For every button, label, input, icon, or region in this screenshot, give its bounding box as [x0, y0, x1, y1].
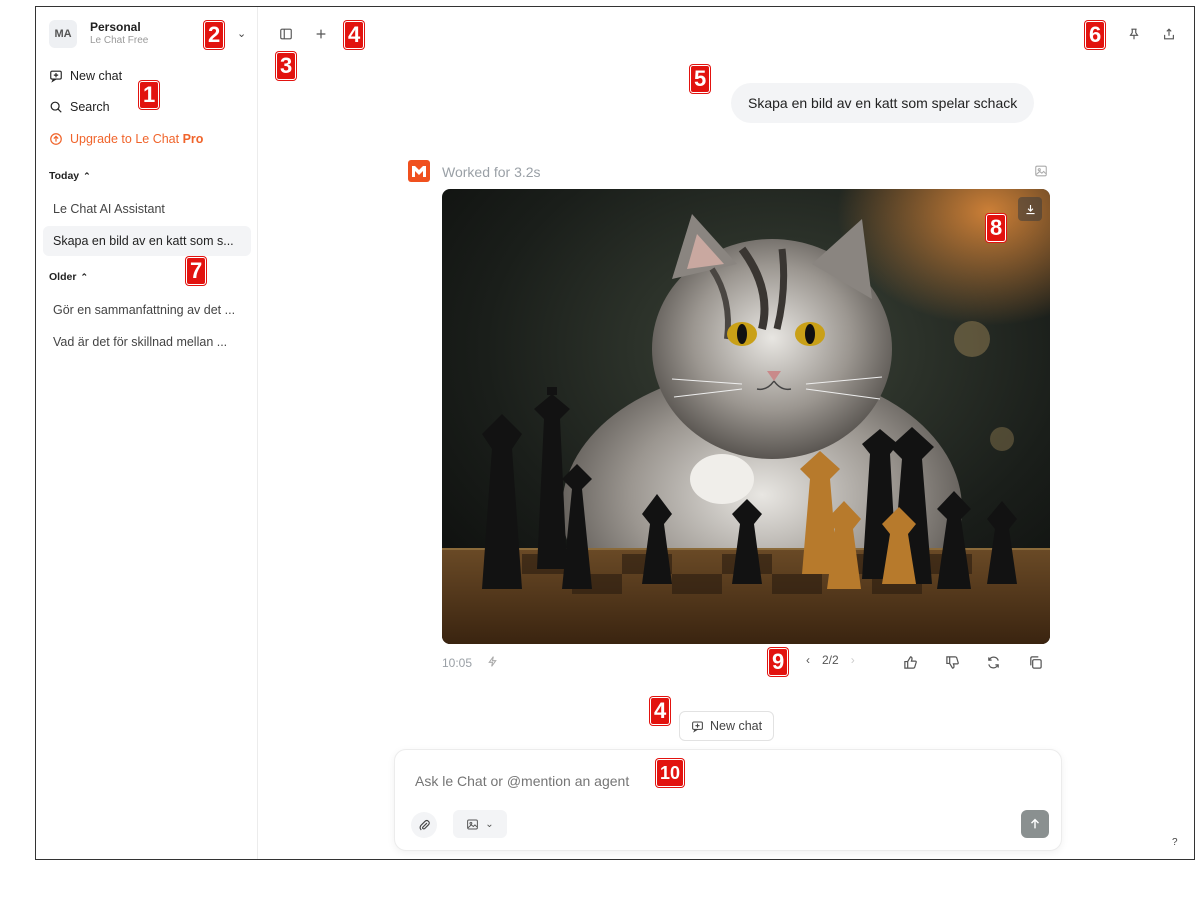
chevron-up-icon: ⌃ — [83, 170, 91, 181]
copy-button[interactable] — [1025, 652, 1045, 672]
marker-3: 3 — [276, 52, 297, 80]
regenerate-button[interactable] — [983, 652, 1003, 672]
search-label: Search — [70, 100, 110, 114]
new-chat-icon — [50, 70, 62, 83]
image-icon — [467, 819, 479, 829]
chevron-down-icon: ⌄ — [485, 818, 494, 830]
section-today[interactable]: Today ⌃ — [49, 170, 91, 182]
attach-button[interactable] — [411, 812, 437, 838]
sidebar-toggle-button[interactable] — [275, 23, 297, 45]
history-item[interactable]: Vad är det för skillnad mellan ... — [43, 327, 251, 357]
help-button[interactable]: ? — [1172, 837, 1178, 848]
image-mode-select[interactable]: ⌄ — [453, 810, 507, 838]
thumbs-down-button[interactable] — [942, 652, 962, 672]
new-chat-label: New chat — [70, 69, 123, 83]
send-button[interactable] — [1021, 810, 1049, 838]
paperclip-icon — [419, 819, 430, 830]
sidebar: MA Personal Le Chat Free ⌄ New chat Sear… — [36, 7, 258, 859]
marker-6: 6 — [1085, 21, 1106, 49]
avatar: MA — [49, 20, 77, 48]
marker-5: 5 — [690, 65, 711, 93]
section-today-label: Today — [49, 170, 80, 182]
bolt-icon — [486, 655, 499, 673]
previous-response-button[interactable]: ‹ — [806, 653, 810, 667]
app-window: MA Personal Le Chat Free ⌄ New chat Sear… — [35, 6, 1195, 860]
user-message: Skapa en bild av en katt som spelar scha… — [731, 83, 1035, 123]
search-button[interactable]: Search — [49, 97, 110, 117]
send-arrow-icon — [1031, 818, 1039, 829]
regenerate-icon — [987, 656, 999, 668]
composer: ⌄ — [394, 749, 1062, 851]
marker-2: 2 — [204, 21, 225, 49]
generated-image-cat-chess[interactable] — [442, 189, 1050, 644]
marker-10: 10 — [656, 759, 685, 787]
marker-4: 4 — [344, 21, 365, 49]
marker-4b: 4 — [650, 697, 671, 725]
mistral-logo — [408, 160, 430, 182]
search-icon — [50, 101, 62, 113]
section-older[interactable]: Older ⌃ — [49, 271, 88, 283]
chevron-down-icon[interactable]: ⌄ — [237, 27, 246, 40]
upgrade-pro-label: Pro — [182, 132, 204, 146]
marker-1: 1 — [139, 81, 160, 109]
upgrade-button[interactable]: Upgrade to Le Chat Pro — [49, 129, 203, 149]
chat-input[interactable] — [415, 773, 635, 789]
history-item-active[interactable]: Skapa en bild av en katt som s... — [43, 226, 251, 256]
copy-icon — [1029, 655, 1042, 669]
thumbs-down-icon — [945, 655, 959, 669]
download-icon — [1025, 204, 1035, 214]
plus-icon — [316, 29, 326, 39]
share-button[interactable] — [1158, 23, 1180, 45]
upgrade-label: Upgrade to Le Chat — [70, 132, 183, 146]
thumbs-up-icon — [903, 655, 917, 669]
upgrade-icon — [50, 133, 62, 145]
new-chat-chip-button[interactable]: New chat — [679, 711, 775, 741]
message-time: 10:05 — [442, 656, 473, 670]
sidebar-toggle-icon — [280, 28, 292, 40]
new-chat-plus-button[interactable] — [310, 23, 332, 45]
new-chat-chip-label: New chat — [710, 719, 763, 733]
pin-icon — [1129, 28, 1139, 40]
section-older-label: Older — [49, 271, 77, 283]
next-response-button[interactable]: › — [851, 653, 855, 667]
share-icon — [1164, 28, 1174, 40]
image-icon — [1034, 164, 1048, 183]
marker-9: 9 — [768, 648, 789, 676]
chevron-up-icon: ⌃ — [80, 271, 88, 282]
assistant-status: Worked for 3.2s — [442, 164, 541, 180]
pager-count: 2/2 — [822, 653, 839, 667]
new-chat-icon — [692, 721, 703, 733]
thumbs-up-button[interactable] — [900, 652, 920, 672]
history-item[interactable]: Le Chat AI Assistant — [43, 194, 251, 224]
download-button[interactable] — [1018, 197, 1042, 221]
new-chat-button[interactable]: New chat — [49, 66, 122, 86]
marker-8: 8 — [986, 214, 1007, 242]
response-pager: ‹ 2/2 › — [806, 653, 855, 667]
history-item[interactable]: Gör en sammanfattning av det ... — [43, 295, 251, 325]
workspace-name: Personal — [90, 20, 141, 34]
marker-7: 7 — [186, 257, 207, 285]
pin-button[interactable] — [1123, 23, 1145, 45]
workspace-plan: Le Chat Free — [90, 35, 149, 46]
